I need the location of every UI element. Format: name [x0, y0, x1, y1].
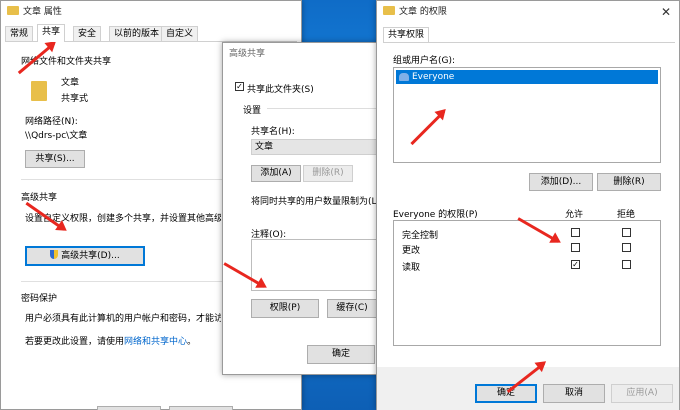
network-path-label: 网络路径(N):	[25, 117, 78, 127]
permissions-button[interactable]: 权限(P)	[251, 299, 319, 318]
properties-titlebar: 文章 属性	[1, 1, 301, 23]
deny-header: 拒绝	[617, 210, 636, 220]
pwd-change-end: 。	[187, 337, 197, 347]
add-user-button[interactable]: 添加(D)...	[529, 173, 593, 191]
share-name-value: 文章	[255, 142, 274, 152]
deny-checkbox-full[interactable]	[622, 228, 631, 237]
pwd-change-line: 若要更改此设置，请使用网络和共享中心。	[25, 334, 196, 347]
tab-share-permissions[interactable]: 共享权限	[383, 27, 430, 43]
users-icon	[399, 73, 409, 81]
allow-header: 允许	[565, 210, 584, 220]
share-folder-checkbox[interactable]: ✓	[235, 82, 244, 91]
allow-checkbox-full[interactable]	[571, 228, 580, 237]
folder-icon	[383, 6, 395, 15]
permission-row-name: 更改	[402, 246, 421, 256]
advanced-title: 高级共享	[229, 49, 266, 59]
advanced-sharing-label: 高级共享(D)...	[61, 251, 120, 261]
pwd-description: 用户必须具有此计算机的用户帐户和密码，才能访问	[25, 314, 221, 324]
share-name-label: 共享名(H):	[251, 127, 295, 137]
share-button[interactable]: 共享(S)...	[25, 150, 85, 168]
permissions-titlebar: 文章 的权限	[377, 1, 679, 23]
share-name-field[interactable]: 文章	[251, 139, 381, 155]
perm-cancel-button[interactable]: 取消	[543, 384, 605, 403]
comment-textarea[interactable]	[251, 239, 381, 291]
add-share-button[interactable]: 添加(A)	[251, 165, 301, 182]
advanced-titlebar: 高级共享	[223, 43, 379, 65]
remove-user-button[interactable]: 删除(R)	[597, 173, 661, 191]
tab-previous-versions[interactable]: 以前的版本	[109, 26, 165, 42]
permissions-title: 文章 的权限	[399, 7, 447, 17]
pwd-section-title: 密码保护	[21, 294, 58, 304]
permission-label: Everyone 的权限(P)	[393, 210, 478, 220]
settings-divider	[267, 108, 381, 109]
deny-checkbox-change[interactable]	[622, 243, 631, 252]
perm-ok-button[interactable]: 确定	[475, 384, 537, 403]
window-title: 文章 属性	[23, 7, 62, 17]
tab-customize[interactable]: 自定义	[161, 26, 199, 42]
perm-apply-button: 应用(A)	[611, 384, 673, 403]
shield-icon	[50, 250, 59, 259]
folder-share-state: 共享式	[61, 94, 89, 104]
permissions-window: 文章 的权限 ✕ 共享权限 组或用户名(G): Everyone 添加(D)..…	[376, 0, 680, 410]
remove-share-button: 删除(R)	[303, 165, 353, 182]
user-name: Everyone	[412, 72, 455, 82]
tab-security[interactable]: 安全	[73, 26, 102, 42]
adv-ok-button[interactable]: 确定	[307, 345, 375, 364]
network-center-link[interactable]: 网络和共享中心	[124, 337, 187, 347]
tab-divider	[383, 42, 675, 43]
user-listbox[interactable]: Everyone	[393, 67, 661, 163]
allow-checkbox-read[interactable]: ✓	[571, 260, 580, 269]
advanced-sharing-button[interactable]: 高级共享(D)...	[25, 246, 145, 266]
deny-checkbox-read[interactable]	[622, 260, 631, 269]
list-item-everyone[interactable]: Everyone	[396, 70, 658, 84]
permission-row-name: 读取	[402, 263, 421, 273]
close-icon[interactable]: ✕	[661, 5, 671, 19]
user-limit-label: 将同时共享的用户数量限制为(L):	[251, 197, 384, 207]
group-user-label: 组或用户名(G):	[393, 56, 456, 66]
permission-table: 完全控制 更改 读取 ✓	[393, 220, 661, 346]
bottom-button-partial	[97, 406, 161, 410]
permission-row-name: 完全控制	[402, 231, 439, 241]
settings-label: 设置	[243, 106, 262, 116]
tab-general[interactable]: 常规	[5, 26, 34, 42]
share-folder-label: 共享此文件夹(S)	[247, 85, 314, 95]
tab-sharing[interactable]: 共享	[37, 24, 66, 42]
network-path-value: \\Qdrs-pc\文章	[25, 131, 88, 141]
bottom-button-partial-2	[169, 406, 233, 410]
allow-checkbox-change[interactable]	[571, 243, 580, 252]
folder-big-icon	[31, 81, 47, 101]
advanced-sharing-window: 高级共享 ✓ 共享此文件夹(S) 设置 共享名(H): 文章 添加(A) 删除(…	[222, 42, 384, 375]
folder-icon	[7, 6, 19, 15]
folder-name: 文章	[61, 78, 80, 88]
cache-button[interactable]: 缓存(C)	[327, 299, 377, 318]
pwd-change-text: 若要更改此设置，请使用	[25, 337, 125, 347]
